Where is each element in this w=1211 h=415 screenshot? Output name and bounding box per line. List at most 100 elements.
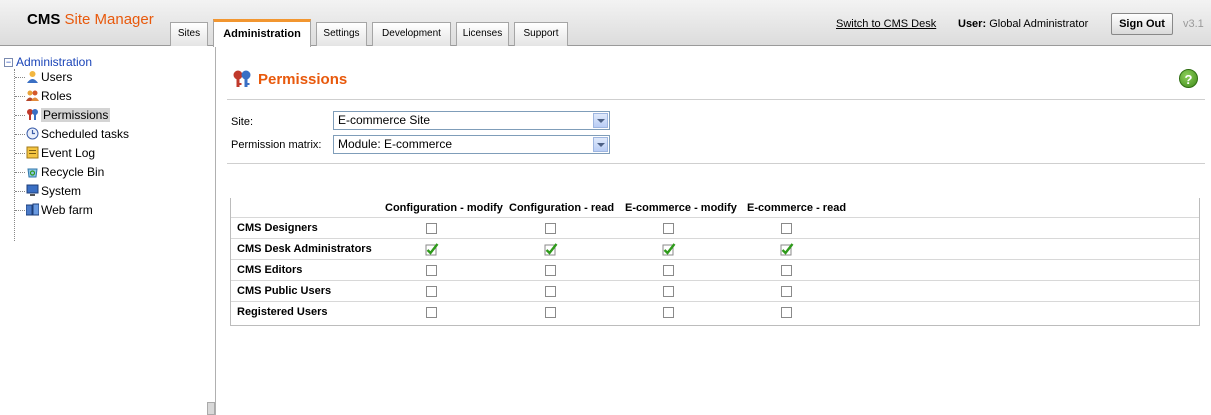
app-logo: CMS Site Manager [27,11,154,28]
column-header: E-commerce - modify [625,202,737,214]
column-header: Configuration - modify [385,202,503,214]
divider [227,99,1205,100]
sidebar-item-recycle-bin[interactable]: Recycle Bin [26,164,104,180]
tab-support[interactable]: Support [514,22,568,46]
tree-tick [15,210,25,211]
permission-checkbox[interactable] [425,243,439,256]
sidebar-item-web-farm[interactable]: Web farm [26,202,93,218]
permission-checkbox[interactable] [663,223,674,234]
permission-checkbox[interactable] [545,286,556,297]
page-title: Permissions [258,71,348,88]
permission-checkbox[interactable] [426,265,437,276]
tree-root-administration[interactable]: − Administration [4,55,92,69]
permission-matrix-select[interactable]: Module: E-commerce [333,135,610,154]
column-header: E-commerce - read [747,202,847,214]
tab-administration[interactable]: Administration [213,19,311,47]
table-row: Registered Users [231,301,1199,322]
recycle-bin-icon [27,168,38,178]
sidebar-item-users[interactable]: Users [26,69,72,85]
checkmark-icon [780,243,794,256]
version-label: v3.1 [1183,18,1204,30]
permission-checkbox[interactable] [780,243,794,256]
sidebar-item-label: Event Log [41,146,96,160]
sidebar-item-permissions[interactable]: Permissions [26,107,111,123]
column-header: Configuration - read [509,202,615,214]
permission-checkbox[interactable] [663,286,674,297]
header-bar: CMS Site Manager Sites Administration Se… [0,0,1211,47]
permission-checkbox[interactable] [662,243,676,256]
checkmark-icon [425,243,439,256]
site-select[interactable]: E-commerce Site [333,111,610,130]
table-row: CMS Public Users [231,280,1199,301]
permission-checkbox[interactable] [545,265,556,276]
sidebar-item-event-log[interactable]: Event Log [26,145,95,161]
roles-icon [26,90,39,101]
sidebar-item-label: Users [41,70,73,84]
tab-development[interactable]: Development [372,22,451,46]
role-name: CMS Desk Administrators [237,243,372,255]
permission-checkbox[interactable] [426,223,437,234]
sidebar-item-system[interactable]: System [26,183,81,199]
site-select-value: E-commerce Site [338,113,431,127]
sidebar-item-scheduled-tasks[interactable]: Scheduled tasks [26,126,129,142]
divider [227,163,1205,164]
permission-checkbox[interactable] [663,307,674,318]
permission-checkbox[interactable] [545,307,556,318]
sidebar-resize-handle[interactable] [207,402,215,415]
permissions-icon [233,70,251,87]
tab-licenses[interactable]: Licenses [456,22,509,46]
tree-tick [15,115,25,116]
sidebar-item-label: Scheduled tasks [41,127,130,141]
permission-checkbox[interactable] [544,243,558,256]
chevron-down-icon[interactable] [593,137,608,152]
permission-checkbox[interactable] [663,265,674,276]
permission-matrix-select-value: Module: E-commerce [338,137,453,151]
permission-checkbox[interactable] [426,286,437,297]
checkmark-icon [662,243,676,256]
chevron-down-icon[interactable] [593,113,608,128]
tab-settings[interactable]: Settings [316,22,367,46]
role-name: CMS Public Users [237,285,332,297]
permission-checkbox[interactable] [545,223,556,234]
tree-tick [15,172,25,173]
tree-tick [15,77,25,78]
table-row: CMS Editors [231,259,1199,280]
main-content: Permissions ? Site: E-commerce Site Perm… [217,47,1211,415]
permission-checkbox[interactable] [781,286,792,297]
logo-brand: CMS [27,11,61,28]
tab-sites[interactable]: Sites [170,22,208,46]
permission-checkbox[interactable] [781,265,792,276]
sidebar-item-label: Roles [41,89,72,103]
help-icon[interactable]: ? [1179,69,1198,88]
sidebar-item-label: Recycle Bin [41,165,105,179]
web-farm-icon [26,203,39,216]
checkmark-icon [544,243,558,256]
sidebar-item-roles[interactable]: Roles [26,88,72,104]
sidebar-tree: − Administration Users Roles Permissions … [0,47,216,415]
clock-icon [26,127,39,140]
site-label: Site: [231,116,254,128]
collapse-icon[interactable]: − [4,58,13,67]
logo-product: Site Manager [64,11,154,28]
permission-matrix-label: Permission matrix: [231,139,322,151]
permission-checkbox[interactable] [781,223,792,234]
users-icon [27,71,38,83]
table-row: CMS Desk Administrators [231,238,1199,259]
user-name: Global Administrator [989,18,1089,30]
tree-tick [15,191,25,192]
role-name: Registered Users [237,306,328,318]
tree-tick [15,134,25,135]
sidebar-item-label: System [41,184,82,198]
permission-checkbox[interactable] [781,307,792,318]
role-name: CMS Editors [237,264,303,276]
permission-checkbox[interactable] [426,307,437,318]
table-row: CMS Designers [231,217,1199,238]
tree-connector [14,69,15,241]
permissions-icon [27,109,38,120]
tree-tick [15,153,25,154]
sign-out-button[interactable]: Sign Out [1111,13,1173,35]
event-log-icon [26,146,39,159]
switch-to-cms-desk-link[interactable]: Switch to CMS Desk [836,18,936,30]
tree-tick [15,96,25,97]
tree-root-label: Administration [16,55,93,69]
